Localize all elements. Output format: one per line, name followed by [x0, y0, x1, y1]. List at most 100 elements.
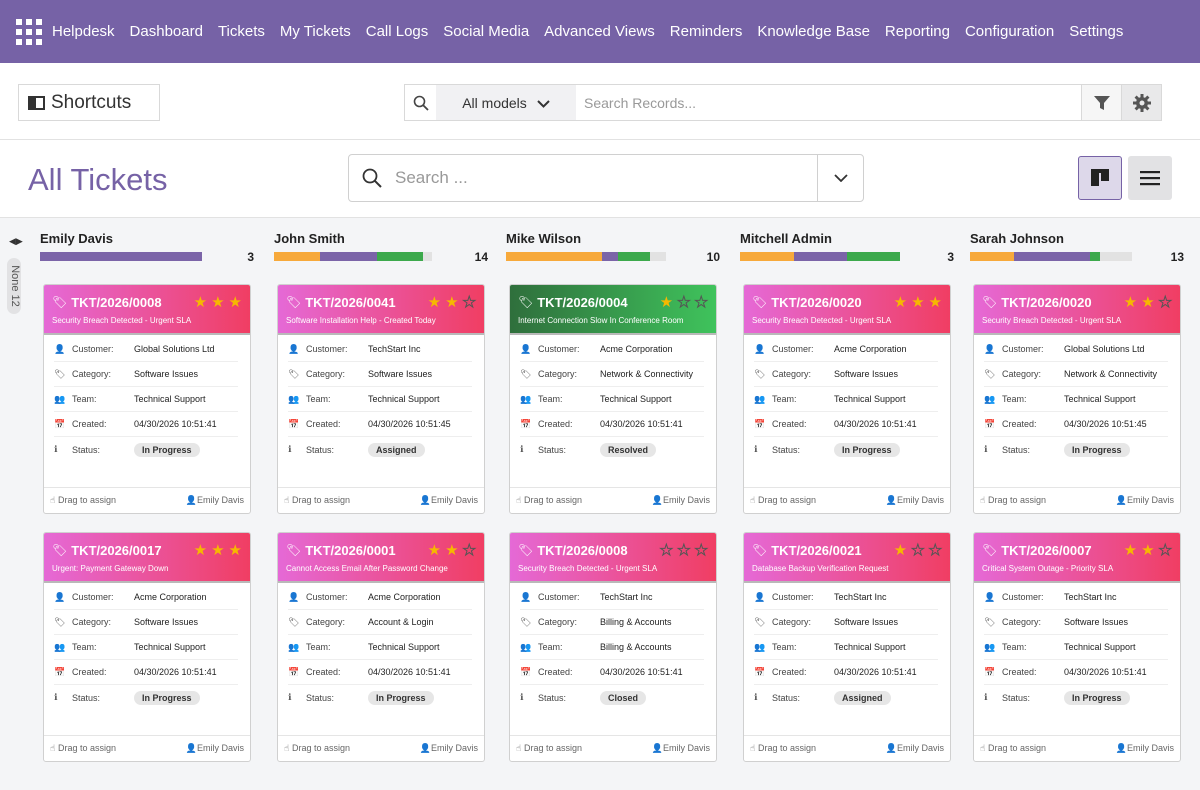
progress-segment[interactable]: [970, 252, 1014, 261]
nav-configuration[interactable]: Configuration: [965, 23, 1054, 40]
list-view-button[interactable]: [1128, 156, 1172, 200]
nav-reporting[interactable]: Reporting: [885, 23, 950, 40]
drag-to-assign[interactable]: ☝ Drag to assign: [980, 743, 1046, 754]
nav-knowledge-base[interactable]: Knowledge Base: [757, 23, 870, 40]
progress-segment[interactable]: [422, 252, 432, 261]
priority-star-icon[interactable]: ★: [677, 541, 691, 560]
nav-reminders[interactable]: Reminders: [670, 23, 743, 40]
team-value: Billing & Accounts: [600, 642, 672, 652]
progress-segment[interactable]: [740, 252, 795, 261]
priority-star-icon[interactable]: ★: [911, 293, 924, 311]
progress-segment[interactable]: [40, 252, 202, 261]
priority-star-icon[interactable]: ★: [894, 541, 907, 559]
ticket-card[interactable]: 🏷 TKT/2026/0007 ★ ★ ★ Critical System Outage …: [973, 532, 1181, 762]
priority-star-icon[interactable]: ★: [1158, 541, 1172, 560]
drag-to-assign[interactable]: ☝ Drag to assign: [50, 743, 116, 754]
status-icon: ℹ: [288, 692, 292, 702]
drag-to-assign[interactable]: ☝ Drag to assign: [516, 495, 582, 506]
card-footer: ☝ Drag to assign 👤Emily Davis: [510, 735, 716, 761]
assigned-user: 👤Emily Davis: [1115, 743, 1174, 753]
priority-star-icon[interactable]: ★: [211, 293, 224, 311]
priority-star-icon[interactable]: ★: [677, 293, 691, 312]
model-select[interactable]: All models: [436, 85, 576, 120]
list-search-input[interactable]: Search ...: [395, 168, 817, 188]
created-value: 04/30/2026 10:51:41: [134, 419, 217, 429]
nav-dashboard[interactable]: Dashboard: [130, 23, 203, 40]
progress-segment[interactable]: [274, 252, 320, 261]
ticket-title: Security Breach Detected - Urgent SLA: [52, 316, 192, 325]
priority-star-icon[interactable]: ★: [1124, 541, 1137, 559]
ticket-card[interactable]: 🏷 TKT/2026/0008 ★ ★ ★ Security Breach Detecte…: [43, 284, 251, 514]
progress-segment[interactable]: [602, 252, 618, 261]
folded-column[interactable]: ◀▶ None 12: [6, 234, 23, 316]
search-options-toggle[interactable]: [817, 155, 863, 201]
priority-star-icon[interactable]: ★: [928, 541, 942, 560]
ticket-card[interactable]: 🏷 TKT/2026/0021 ★ ★ ★ Database Backup Verific…: [743, 532, 951, 762]
priority-star-icon[interactable]: ★: [462, 541, 476, 560]
ticket-card[interactable]: 🏷 TKT/2026/0017 ★ ★ ★ Urgent: Payment Gateway…: [43, 532, 251, 762]
shortcuts-button[interactable]: Shortcuts: [18, 84, 160, 121]
ticket-card[interactable]: 🏷 TKT/2026/0020 ★ ★ ★ Security Breach Detecte…: [973, 284, 1181, 514]
priority-star-icon[interactable]: ★: [1158, 293, 1172, 312]
tag-icon: 🏷: [982, 295, 998, 309]
kanban-view-button[interactable]: [1078, 156, 1122, 200]
priority-star-icon[interactable]: ★: [929, 293, 942, 311]
drag-to-assign[interactable]: ☝ Drag to assign: [750, 495, 816, 506]
priority-star-icon[interactable]: ★: [194, 541, 207, 559]
progress-segment[interactable]: [506, 252, 602, 261]
priority-star-icon[interactable]: ★: [194, 293, 207, 311]
priority-star-icon[interactable]: ★: [445, 293, 458, 311]
category-value: Billing & Accounts: [600, 617, 672, 627]
nav-brand[interactable]: Helpdesk: [52, 23, 115, 40]
progress-segment[interactable]: [650, 252, 666, 261]
progress-segment[interactable]: [618, 252, 650, 261]
customer-label: Customer:: [72, 592, 114, 602]
progress-segment[interactable]: [1089, 252, 1100, 261]
priority-star-icon[interactable]: ★: [1141, 541, 1154, 559]
nav-call-logs[interactable]: Call Logs: [366, 23, 429, 40]
drag-to-assign[interactable]: ☝ Drag to assign: [50, 495, 116, 506]
apps-menu-icon[interactable]: [16, 18, 42, 45]
progress-segment[interactable]: [794, 252, 848, 261]
nav-advanced-views[interactable]: Advanced Views: [544, 23, 655, 40]
priority-star-icon[interactable]: ★: [659, 541, 673, 560]
priority-star-icon[interactable]: ★: [1124, 293, 1137, 311]
priority-star-icon[interactable]: ★: [428, 293, 441, 311]
ticket-card[interactable]: 🏷 TKT/2026/0041 ★ ★ ★ Software Installation H…: [277, 284, 485, 514]
priority-star-icon[interactable]: ★: [428, 541, 441, 559]
ticket-card[interactable]: 🏷 TKT/2026/0020 ★ ★ ★ Security Breach Detecte…: [743, 284, 951, 514]
priority-star-icon[interactable]: ★: [211, 541, 224, 559]
priority-star-icon[interactable]: ★: [911, 541, 925, 560]
drag-to-assign[interactable]: ☝ Drag to assign: [750, 743, 816, 754]
ticket-card[interactable]: 🏷 TKT/2026/0004 ★ ★ ★ Internet Connection Slo…: [509, 284, 717, 514]
progress-segment[interactable]: [319, 252, 377, 261]
drag-to-assign[interactable]: ☝ Drag to assign: [284, 743, 350, 754]
priority-star-icon[interactable]: ★: [660, 293, 673, 311]
ticket-card[interactable]: 🏷 TKT/2026/0008 ★ ★ ★ Security Breach Detecte…: [509, 532, 717, 762]
priority-star-icon[interactable]: ★: [445, 541, 458, 559]
settings-button[interactable]: [1121, 85, 1161, 120]
ticket-card[interactable]: 🏷 TKT/2026/0001 ★ ★ ★ Cannot Access Email Aft…: [277, 532, 485, 762]
nav-my-tickets[interactable]: My Tickets: [280, 23, 351, 40]
priority-star-icon[interactable]: ★: [229, 293, 242, 311]
priority-star-icon[interactable]: ★: [462, 293, 476, 312]
nav-tickets[interactable]: Tickets: [218, 23, 265, 40]
progress-segment[interactable]: [1099, 252, 1132, 261]
nav-social-media[interactable]: Social Media: [443, 23, 529, 40]
field-row: ℹ Status: In Progress: [288, 685, 472, 710]
drag-to-assign[interactable]: ☝ Drag to assign: [516, 743, 582, 754]
created-value: 04/30/2026 10:51:41: [134, 667, 217, 677]
nav-settings[interactable]: Settings: [1069, 23, 1123, 40]
progress-segment[interactable]: [1013, 252, 1090, 261]
progress-segment[interactable]: [847, 252, 900, 261]
priority-star-icon[interactable]: ★: [694, 541, 708, 560]
drag-to-assign[interactable]: ☝ Drag to assign: [980, 495, 1046, 506]
drag-to-assign[interactable]: ☝ Drag to assign: [284, 495, 350, 506]
priority-star-icon[interactable]: ★: [894, 293, 907, 311]
priority-star-icon[interactable]: ★: [229, 541, 242, 559]
priority-star-icon[interactable]: ★: [1141, 293, 1154, 311]
progress-segment[interactable]: [376, 252, 423, 261]
priority-star-icon[interactable]: ★: [694, 293, 708, 312]
records-search-input[interactable]: Search Records...: [576, 95, 1081, 111]
filter-button[interactable]: [1081, 85, 1121, 120]
